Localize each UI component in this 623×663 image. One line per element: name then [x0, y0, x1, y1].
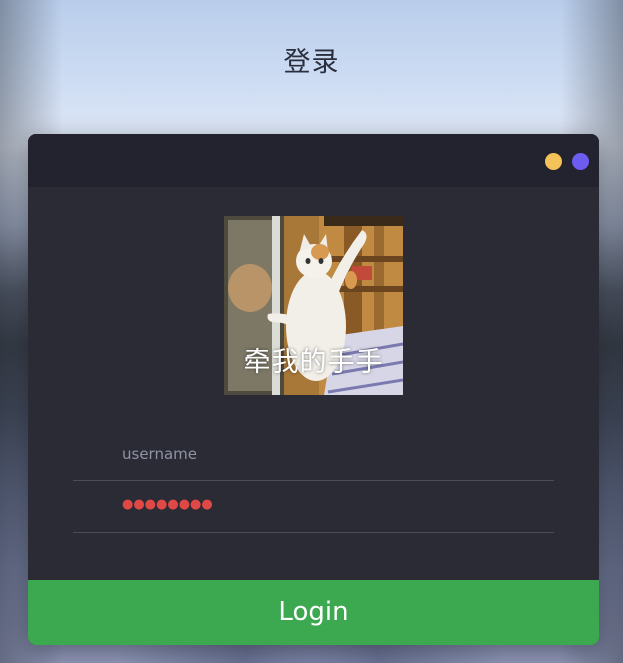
login-card: 牵我的手手 ●●●●●●●● Login	[28, 134, 599, 645]
login-button[interactable]: Login	[28, 580, 599, 645]
username-field[interactable]	[73, 428, 554, 481]
password-input[interactable]: ●●●●●●●●	[122, 497, 213, 512]
yellow-dot-icon[interactable]	[545, 153, 562, 170]
password-field[interactable]: ●●●●●●●●	[73, 480, 554, 533]
card-header	[28, 134, 599, 187]
page-title: 登录	[283, 47, 340, 78]
avatar-caption: 牵我的手手	[243, 347, 384, 378]
avatar-image: 牵我的手手	[224, 216, 403, 395]
username-input[interactable]	[122, 442, 542, 466]
purple-dot-icon[interactable]	[572, 153, 589, 170]
